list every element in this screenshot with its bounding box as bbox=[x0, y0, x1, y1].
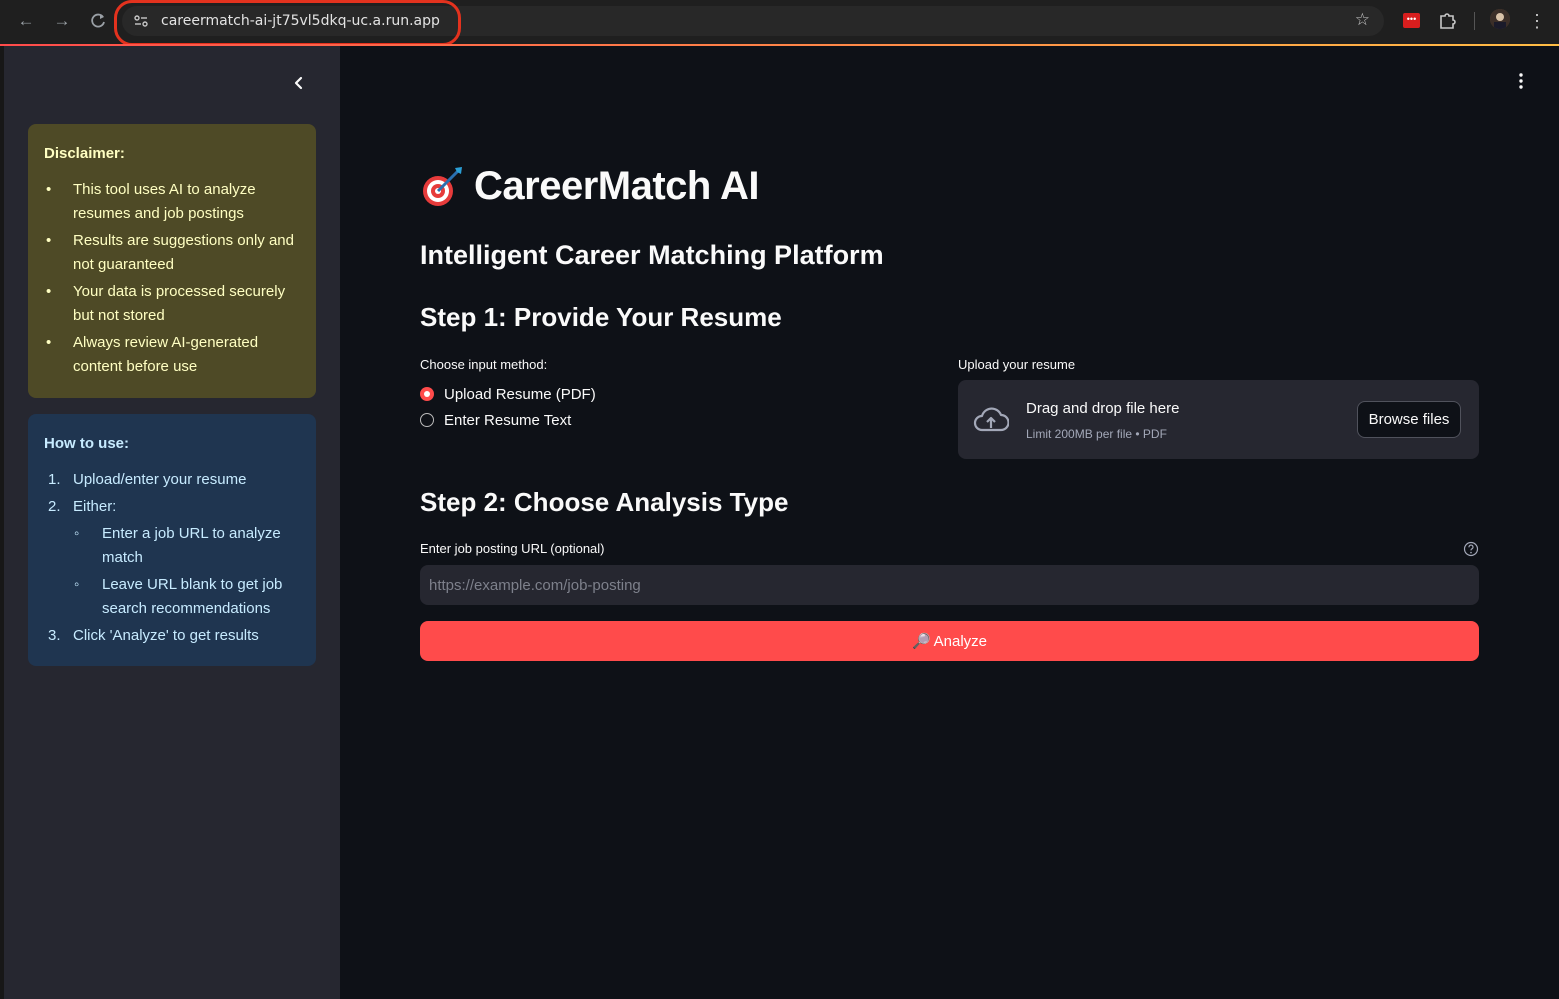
sidebar: Disclaimer: This tool uses AI to analyze… bbox=[0, 46, 340, 999]
radio-unselected-indicator[interactable] bbox=[420, 413, 434, 427]
browse-files-button[interactable]: Browse files bbox=[1357, 401, 1461, 438]
list-item: 2. Either: Enter a job URL to analyze ma… bbox=[44, 495, 300, 621]
bookmark-star-icon[interactable]: ☆ bbox=[1355, 10, 1370, 30]
page-subtitle: Intelligent Career Matching Platform bbox=[420, 240, 884, 270]
page-title: CareerMatch AI bbox=[474, 163, 759, 208]
cloud-upload-icon bbox=[973, 407, 1009, 432]
url-highlight-annotation bbox=[114, 0, 461, 46]
list-item: Leave URL blank to get job search recomm… bbox=[73, 573, 300, 621]
upload-label: Upload your resume bbox=[958, 357, 1076, 372]
disclaimer-title: Disclaimer: bbox=[44, 145, 125, 162]
profile-avatar[interactable] bbox=[1490, 9, 1510, 29]
radio-label[interactable]: Enter Resume Text bbox=[444, 412, 571, 429]
radio-upload-pdf[interactable]: Upload Resume (PDF) bbox=[420, 384, 596, 404]
toolbar-divider bbox=[1474, 12, 1475, 30]
step-number: 2. bbox=[48, 498, 61, 515]
extension-icon[interactable]: ••• bbox=[1403, 13, 1420, 28]
analyze-button[interactable]: 🔎 Analyze bbox=[420, 621, 1479, 661]
magnifier-icon: 🔎 bbox=[911, 633, 931, 650]
sub-steps: Enter a job URL to analyze match Leave U… bbox=[73, 522, 300, 621]
browser-toolbar: ← → careermatch-ai-jt75vl5dkq-uc.a.run.a… bbox=[0, 0, 1559, 46]
disclaimer-list: This tool uses AI to analyze resumes and… bbox=[44, 178, 300, 379]
radio-selected-indicator[interactable] bbox=[420, 387, 434, 401]
step-text: Either: bbox=[73, 498, 117, 515]
kebab-menu-icon[interactable]: ⋮ bbox=[1528, 10, 1546, 32]
how-to-steps: 1. Upload/enter your resume 2. Either: E… bbox=[44, 468, 300, 648]
page-title-row: CareerMatch AI bbox=[420, 160, 759, 212]
main-menu-icon[interactable] bbox=[1512, 70, 1530, 92]
help-icon[interactable] bbox=[1463, 541, 1479, 557]
how-to-card: How to use: 1. Upload/enter your resume … bbox=[28, 414, 316, 666]
input-method-label: Choose input method: bbox=[420, 357, 548, 372]
how-to-title: How to use: bbox=[44, 435, 129, 452]
job-url-label: Enter job posting URL (optional) bbox=[420, 541, 605, 556]
back-icon[interactable]: ← bbox=[15, 10, 37, 32]
list-item: This tool uses AI to analyze resumes and… bbox=[44, 178, 300, 226]
step2-heading: Step 2: Choose Analysis Type bbox=[420, 487, 789, 517]
file-limit-text: Limit 200MB per file • PDF bbox=[1026, 427, 1167, 441]
step-text: Click 'Analyze' to get results bbox=[73, 627, 259, 644]
job-url-input[interactable] bbox=[420, 565, 1479, 605]
step-text: Upload/enter your resume bbox=[73, 471, 247, 488]
radio-label[interactable]: Upload Resume (PDF) bbox=[444, 386, 596, 403]
drag-drop-text: Drag and drop file here bbox=[1026, 400, 1180, 417]
disclaimer-card: Disclaimer: This tool uses AI to analyze… bbox=[28, 124, 316, 398]
step1-heading: Step 1: Provide Your Resume bbox=[420, 302, 782, 332]
file-dropzone[interactable]: Drag and drop file here Limit 200MB per … bbox=[958, 380, 1479, 459]
forward-icon[interactable]: → bbox=[51, 10, 73, 32]
reload-icon[interactable] bbox=[87, 10, 109, 32]
collapse-sidebar-icon[interactable] bbox=[288, 72, 310, 94]
list-item: Enter a job URL to analyze match bbox=[73, 522, 300, 570]
list-item: Results are suggestions only and not gua… bbox=[44, 229, 300, 277]
analyze-label: Analyze bbox=[933, 632, 988, 650]
list-item: 1. Upload/enter your resume bbox=[44, 468, 300, 492]
list-item: 3. Click 'Analyze' to get results bbox=[44, 624, 300, 648]
step-number: 1. bbox=[48, 471, 61, 488]
list-item: Always review AI-generated content befor… bbox=[44, 331, 300, 379]
step-number: 3. bbox=[48, 627, 61, 644]
list-item: Your data is processed securely but not … bbox=[44, 280, 300, 328]
radio-enter-text[interactable]: Enter Resume Text bbox=[420, 410, 571, 430]
target-dart-icon bbox=[423, 167, 462, 206]
puzzle-icon[interactable] bbox=[1437, 9, 1459, 31]
